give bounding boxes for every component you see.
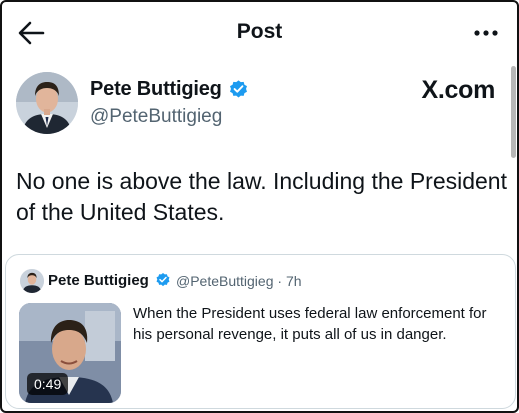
quoted-author-avatar[interactable] [20,269,44,293]
verified-badge-icon [156,273,170,287]
post-header: Post [2,2,517,64]
x-com-watermark: X.com [421,76,495,104]
avatar-photo [16,72,78,134]
more-button[interactable] [473,24,499,42]
quoted-post-card[interactable]: Pete Buttigieg @PeteButtigieg · 7h 0:49 … [5,254,516,409]
page-title: Post [236,20,283,43]
quoted-post-text: When the President uses federal law enfo… [133,305,487,343]
avatar-photo [20,269,44,293]
author-handle[interactable]: @PeteButtigieg [90,106,222,128]
author-name[interactable]: Pete Buttigieg [90,78,222,101]
post-age[interactable]: 7h [286,273,302,289]
quoted-author-handle[interactable]: @PeteButtigieg [176,273,274,289]
post-frame: Post Pete Buttigieg @PeteButtigieg X.com… [0,0,519,413]
video-thumbnail[interactable]: 0:49 [19,303,121,403]
more-horizontal-icon [474,30,498,36]
separator-dot: · [273,273,286,289]
video-duration-badge: 0:49 [27,373,69,395]
quoted-handle-line: @PeteButtigieg · 7h [176,273,302,289]
verified-badge-icon [230,80,247,98]
scrollbar[interactable] [511,66,516,158]
post-text: No one is above the law. Including the P… [16,168,507,225]
author-avatar[interactable] [16,72,78,134]
quoted-author-name[interactable]: Pete Buttigieg [48,272,149,289]
